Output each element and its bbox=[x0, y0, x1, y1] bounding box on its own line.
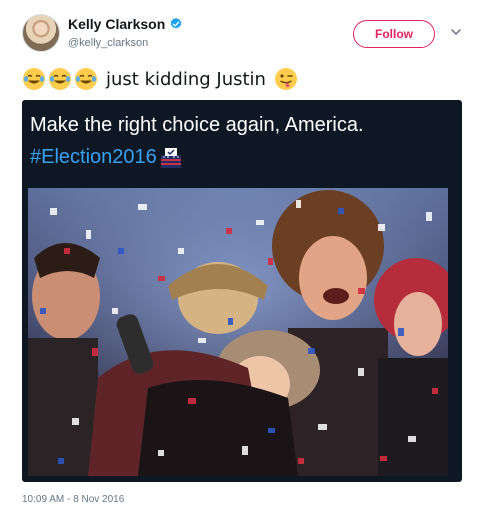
avatar[interactable] bbox=[22, 14, 60, 52]
media-caption: Make the right choice again, America. bbox=[30, 114, 364, 136]
follow-button[interactable]: Follow bbox=[353, 20, 435, 48]
hashtag-election2016[interactable]: #Election2016 bbox=[30, 146, 157, 169]
winking-face-with-tongue-icon bbox=[274, 68, 297, 90]
tweet-text: just kidding Justin bbox=[22, 66, 298, 92]
chevron-down-icon[interactable] bbox=[449, 25, 463, 39]
celebration-photo bbox=[28, 188, 448, 476]
verified-badge-icon bbox=[170, 17, 182, 29]
author-name[interactable]: Kelly Clarkson bbox=[68, 16, 165, 32]
author-name-row: Kelly Clarkson bbox=[68, 16, 183, 32]
tweet-body-text: just kidding Justin bbox=[106, 68, 266, 90]
face-with-tears-of-joy-icon bbox=[75, 68, 97, 90]
face-with-tears-of-joy-icon bbox=[23, 68, 45, 90]
tweet-header: Kelly Clarkson @kelly_clarkson Follow bbox=[0, 0, 480, 60]
tweet-timestamp[interactable]: 10:09 AM - 8 Nov 2016 bbox=[22, 494, 124, 505]
media-hashtag-row: #Election2016 bbox=[30, 146, 183, 169]
face-with-tears-of-joy-icon bbox=[49, 68, 71, 90]
tweet-media[interactable]: Make the right choice again, America. #E… bbox=[22, 100, 462, 482]
author-handle[interactable]: @kelly_clarkson bbox=[68, 37, 148, 49]
ballot-box-icon bbox=[160, 147, 181, 168]
